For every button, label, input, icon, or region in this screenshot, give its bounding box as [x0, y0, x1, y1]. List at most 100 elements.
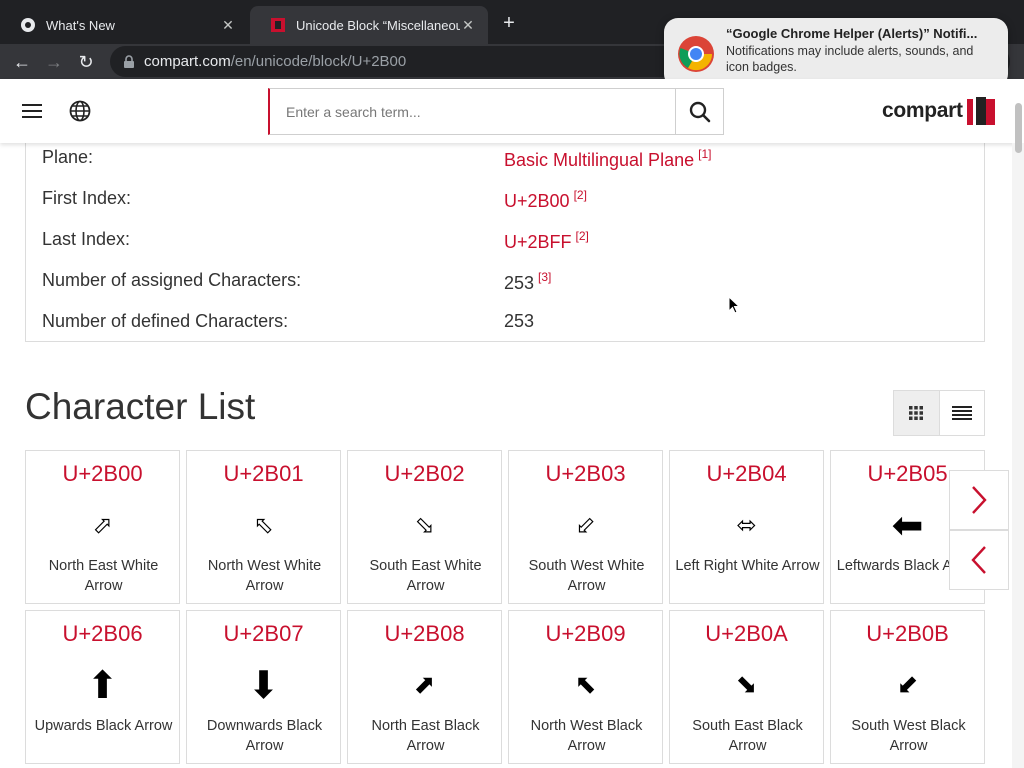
- character-glyph: ⬀: [92, 511, 113, 539]
- forward-button[interactable]: →: [42, 50, 66, 74]
- chevron-left-icon: [971, 546, 986, 574]
- search-icon: [689, 101, 710, 122]
- character-list-heading: Character List: [25, 386, 256, 427]
- info-label: Number of defined Characters:: [42, 311, 289, 331]
- character-glyph: ⬇: [247, 663, 280, 707]
- list-view-icon: [951, 406, 972, 420]
- tab-title: Unicode Block “Miscellaneous: [296, 17, 460, 33]
- search-input[interactable]: [270, 89, 675, 134]
- search-button[interactable]: [675, 89, 723, 134]
- character-code: U+2B01: [223, 461, 304, 486]
- browser-tab-whats-new[interactable]: What's New ✕: [0, 6, 248, 44]
- character-glyph: ⬈: [413, 670, 436, 700]
- info-value-link[interactable]: U+2BFF [2]: [504, 229, 589, 253]
- character-glyph: ⬊: [735, 670, 758, 700]
- info-label: First Index:: [42, 188, 132, 208]
- character-card[interactable]: U+2B07 ⬇ Downwards Black Arrow: [186, 610, 341, 764]
- character-code: U+2B06: [62, 621, 143, 646]
- character-code: U+2B00: [62, 461, 143, 486]
- character-name: North West Black Arrow: [530, 718, 643, 754]
- info-value: 253 [3]: [504, 270, 552, 293]
- character-code: U+2B03: [545, 461, 626, 486]
- character-card[interactable]: U+2B06 ⬆ Upwards Black Arrow: [25, 610, 180, 764]
- info-row-last-index: Last Index: U+2BFF [2]: [42, 229, 972, 259]
- character-card[interactable]: U+2B09 ⬉ North West Black Arrow: [508, 610, 663, 764]
- info-label: Plane:: [42, 147, 94, 167]
- character-name: South West White Arrow: [528, 558, 645, 594]
- info-value-link[interactable]: Basic Multilingual Plane [1]: [504, 147, 711, 171]
- info-value-link[interactable]: U+2B00 [2]: [504, 188, 587, 212]
- character-name: South West Black Arrow: [851, 718, 966, 754]
- character-name: Left Right White Arrow: [675, 558, 820, 574]
- notification-body: Notifications may include alerts, sounds…: [726, 44, 974, 74]
- footnote-ref[interactable]: [2]: [574, 188, 587, 202]
- character-card[interactable]: U+2B0A ⬊ South East Black Arrow: [669, 610, 824, 764]
- footnote-ref[interactable]: [3]: [538, 270, 551, 284]
- chevron-right-icon: [972, 486, 987, 514]
- url-text: compart.com/en/unicode/block/U+2B00: [144, 53, 406, 70]
- previous-block-button[interactable]: [949, 530, 1009, 590]
- info-value: 253: [504, 311, 535, 331]
- scrollbar-thumb[interactable]: [1015, 103, 1022, 153]
- new-tab-button[interactable]: +: [498, 12, 520, 34]
- info-row-assigned-characters: Number of assigned Characters: 253 [3]: [42, 270, 972, 300]
- browser-tab-unicode-block[interactable]: Unicode Block “Miscellaneous ✕: [250, 6, 488, 44]
- character-code: U+2B04: [706, 461, 787, 486]
- view-toggle: [893, 390, 985, 436]
- character-glyph: ⬁: [253, 511, 274, 539]
- grid-view-button[interactable]: [894, 391, 940, 435]
- reload-button[interactable]: ↻: [74, 50, 98, 74]
- info-label: Number of assigned Characters:: [42, 270, 302, 290]
- footnote-ref[interactable]: [1]: [698, 147, 711, 161]
- site-search: [268, 88, 724, 135]
- character-card[interactable]: U+2B02 ⬂ South East White Arrow: [347, 450, 502, 604]
- tab-close-icon[interactable]: ✕: [460, 17, 476, 34]
- character-name: North East White Arrow: [48, 558, 159, 594]
- character-code: U+2B09: [545, 621, 626, 646]
- hamburger-menu-icon[interactable]: [20, 101, 44, 121]
- character-card[interactable]: U+2B01 ⬁ North West White Arrow: [186, 450, 341, 604]
- character-code: U+2B0A: [705, 621, 788, 646]
- footnote-ref[interactable]: [2]: [576, 229, 589, 243]
- back-button[interactable]: ←: [10, 50, 34, 74]
- character-glyph: ⬃: [575, 511, 596, 539]
- block-info-table: Plane: Basic Multilingual Plane [1] First…: [25, 132, 985, 342]
- page-scrollbar[interactable]: [1012, 103, 1024, 768]
- character-code: U+2B02: [384, 461, 465, 486]
- character-card[interactable]: U+2B04 ⬄ Left Right White Arrow: [669, 450, 824, 604]
- character-name: North West White Arrow: [207, 558, 322, 594]
- character-name: Downwards Black Arrow: [206, 718, 323, 754]
- character-glyph: ⬉: [574, 670, 597, 700]
- chrome-notification[interactable]: “Google Chrome Helper (Alerts)” Notifi..…: [664, 18, 1008, 88]
- chrome-favicon-icon: [21, 18, 35, 32]
- character-card[interactable]: U+2B03 ⬃ South West White Arrow: [508, 450, 663, 604]
- compart-logo[interactable]: compart: [882, 95, 997, 127]
- info-label: Last Index:: [42, 229, 131, 249]
- next-block-button[interactable]: [949, 470, 1009, 530]
- character-card[interactable]: U+2B0B ⬋ South West Black Arrow: [830, 610, 985, 764]
- character-card[interactable]: U+2B00 ⬀ North East White Arrow: [25, 450, 180, 604]
- character-name: Upwards Black Arrow: [34, 718, 173, 734]
- character-glyph: ⬄: [736, 511, 757, 539]
- list-view-button[interactable]: [940, 391, 985, 435]
- google-chrome-icon: [678, 36, 714, 72]
- globe-icon[interactable]: [68, 99, 92, 123]
- character-name: North East Black Arrow: [371, 718, 480, 754]
- mouse-cursor-icon: [728, 296, 740, 314]
- info-row-defined-characters: Number of defined Characters: 253: [42, 311, 972, 341]
- grid-view-icon: [909, 406, 924, 420]
- site-header: compart: [0, 79, 1024, 143]
- info-row-plane: Plane: Basic Multilingual Plane [1]: [42, 147, 972, 177]
- url-host: compart.com: [144, 53, 231, 70]
- character-card[interactable]: U+2B08 ⬈ North East Black Arrow: [347, 610, 502, 764]
- logo-text: compart: [882, 99, 963, 122]
- character-code: U+2B07: [223, 621, 304, 646]
- character-name: South East Black Arrow: [692, 718, 803, 754]
- info-row-first-index: First Index: U+2B00 [2]: [42, 188, 972, 218]
- tab-close-icon[interactable]: ✕: [220, 17, 236, 34]
- character-code: U+2B0B: [866, 621, 949, 646]
- character-name: South East White Arrow: [369, 558, 482, 594]
- character-glyph: ⬂: [414, 511, 435, 539]
- compart-favicon-icon: [271, 18, 285, 32]
- notification-title: “Google Chrome Helper (Alerts)” Notifi..…: [726, 26, 978, 41]
